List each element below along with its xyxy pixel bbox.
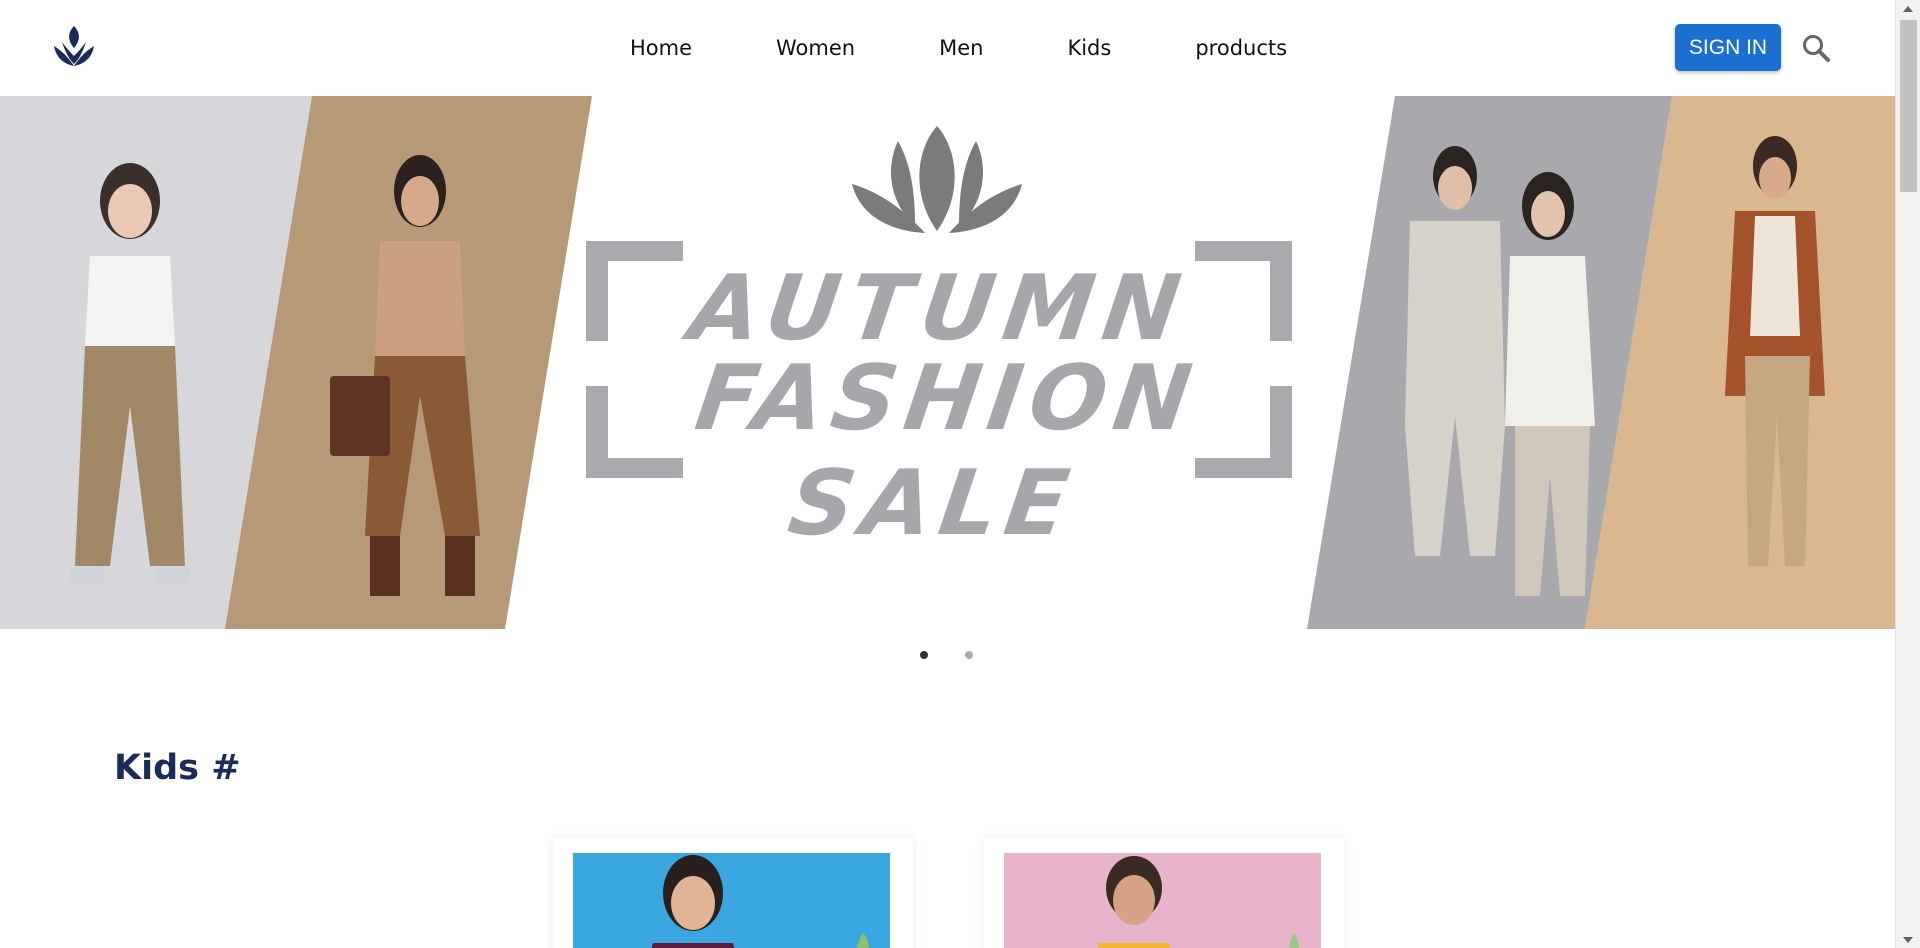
sign-in-button[interactable]: SIGN IN (1675, 24, 1781, 71)
carousel-dot-2[interactable] (965, 651, 973, 659)
product-card[interactable] (553, 838, 913, 948)
carousel-dot-1[interactable] (920, 651, 928, 659)
main-nav: Home Women Men Kids products (600, 30, 1287, 70)
lotus-logo-icon[interactable] (50, 24, 98, 72)
lotus-icon (852, 126, 1022, 233)
boy-in-yellow-outfit-photo (1004, 853, 1321, 948)
site-header: Home Women Men Kids products SIGN IN (0, 0, 1895, 96)
scrollbar-thumb[interactable] (1900, 20, 1917, 192)
nav-men[interactable]: Men (939, 30, 983, 70)
sale-line-2: FASHION SALE (689, 346, 1206, 556)
page-scrollbar[interactable] (1895, 0, 1920, 948)
girl-in-purple-outfit-photo (573, 853, 890, 948)
carousel-indicators (920, 651, 973, 659)
scroll-down-arrow-icon[interactable] (1896, 931, 1920, 948)
nav-products[interactable]: products (1195, 30, 1287, 70)
nav-women[interactable]: Women (776, 30, 855, 70)
search-icon[interactable] (1800, 32, 1832, 64)
section-title: Kids # (114, 748, 241, 788)
nav-home[interactable]: Home (630, 30, 692, 70)
scroll-up-arrow-icon[interactable] (1896, 0, 1920, 17)
nav-kids[interactable]: Kids (1067, 30, 1111, 70)
product-card[interactable] (984, 838, 1344, 948)
hero-banner[interactable]: AUTUMN FASHION SALE (0, 96, 1895, 629)
